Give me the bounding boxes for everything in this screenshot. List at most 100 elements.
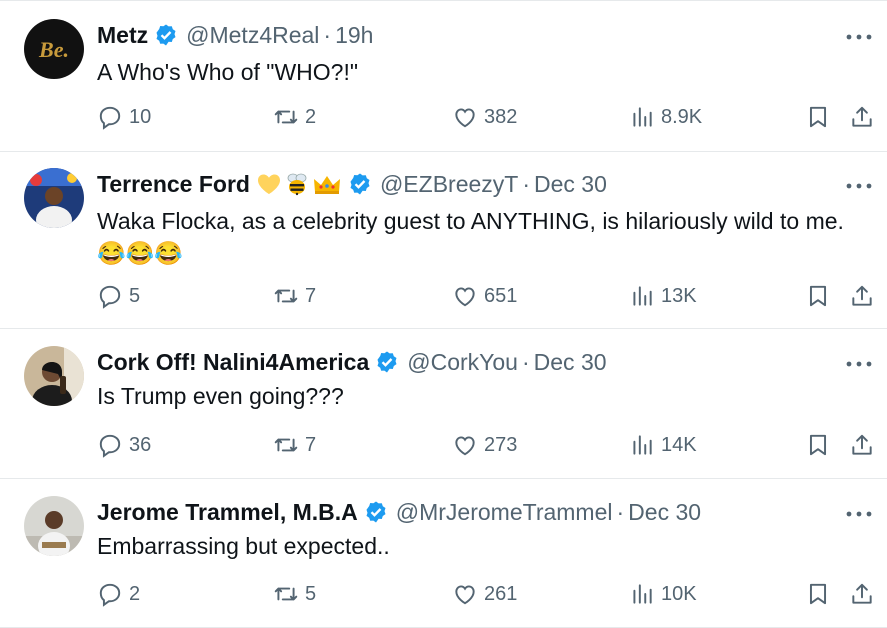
bookmark-button[interactable] (805, 280, 831, 312)
author-name[interactable]: Cork Off! Nalini4America (97, 349, 369, 376)
bookmark-button[interactable] (805, 101, 831, 133)
bookmark-icon (809, 285, 827, 307)
reply-button[interactable]: 10 (97, 101, 151, 133)
share-button[interactable] (849, 578, 875, 610)
avatar[interactable] (24, 346, 84, 406)
retweet-count: 7 (305, 433, 317, 456)
share-button[interactable] (849, 429, 875, 461)
retweet-count: 7 (305, 284, 317, 307)
reply-icon (99, 434, 121, 458)
share-icon (852, 285, 872, 306)
like-icon (455, 585, 475, 605)
retweet-button[interactable]: 2 (273, 101, 316, 133)
views-icon (633, 435, 652, 455)
verified-badge-icon (366, 501, 386, 523)
views-button[interactable]: 8.9K (629, 101, 702, 133)
more-icon[interactable] (845, 176, 873, 196)
like-count: 261 (484, 582, 518, 605)
separator-dot: · (323, 21, 332, 48)
share-icon (852, 583, 872, 604)
tweet-header: Cork Off! Nalini4America @CorkYou · Dec … (97, 348, 607, 376)
action-bar: 10 2 382 8.9K (97, 101, 887, 133)
tweet-text-line: A Who's Who of "WHO?!" (97, 59, 359, 85)
retweet-button[interactable]: 5 (273, 578, 316, 610)
tweet-text: Waka Flocka, as a celebrity guest to ANY… (97, 205, 844, 269)
more-icon[interactable] (845, 354, 873, 374)
separator-dot: · (521, 348, 530, 375)
like-count: 382 (484, 105, 518, 128)
views-count: 14K (661, 433, 697, 456)
author-name[interactable]: Metz (97, 22, 148, 49)
share-icon (852, 434, 872, 455)
retweet-count: 5 (305, 582, 317, 605)
tweet-text: Is Trump even going??? (97, 380, 344, 412)
tweet-text: A Who's Who of "WHO?!" (97, 56, 358, 88)
tweet-feed: Be. Metz @Metz4Real · 19h A Who's Who of… (0, 0, 887, 628)
verified-badge-icon (156, 24, 176, 46)
share-button[interactable] (849, 280, 875, 312)
tweet[interactable]: Terrence Ford @EZBreezyT · Dec 30 Waka F… (0, 150, 887, 329)
bookmark-icon (809, 434, 827, 456)
views-button[interactable]: 14K (629, 429, 697, 461)
views-count: 13K (661, 284, 697, 307)
bookmark-icon (809, 106, 827, 128)
views-button[interactable]: 10K (629, 578, 697, 610)
avatar[interactable] (24, 496, 84, 556)
like-icon (455, 436, 475, 456)
avatar-logo-text: Be. (38, 37, 69, 62)
tweet-text: Embarrassing but expected.. (97, 530, 390, 562)
reply-button[interactable]: 5 (97, 280, 140, 312)
like-icon (455, 108, 475, 128)
author-name[interactable]: Jerome Trammel, M.B.A (97, 499, 358, 526)
author-handle[interactable]: @MrJeromeTrammel (396, 499, 613, 526)
like-count: 273 (484, 433, 518, 456)
more-icon[interactable] (845, 504, 873, 524)
author-name[interactable]: Terrence Ford (97, 171, 250, 198)
like-button[interactable]: 651 (452, 280, 517, 312)
views-icon (633, 584, 652, 604)
tweet-text-line: Waka Flocka, as a celebrity guest to ANY… (97, 208, 844, 234)
views-count: 10K (661, 582, 697, 605)
like-button[interactable]: 261 (452, 578, 517, 610)
bookmark-button[interactable] (805, 429, 831, 461)
share-button[interactable] (849, 101, 875, 133)
timestamp[interactable]: Dec 30 (534, 171, 607, 198)
tweet-text-line: Is Trump even going??? (97, 383, 344, 409)
like-button[interactable]: 382 (452, 101, 517, 133)
tweet-text-line: Embarrassing but expected.. (97, 533, 390, 559)
tweet[interactable]: Cork Off! Nalini4America @CorkYou · Dec … (0, 328, 887, 479)
verified-badge-icon (350, 173, 370, 195)
retweet-icon (274, 110, 298, 124)
tweet[interactable]: Be. Metz @Metz4Real · 19h A Who's Who of… (0, 0, 887, 152)
views-count: 8.9K (661, 105, 703, 128)
more-icon[interactable] (845, 27, 873, 47)
views-button[interactable]: 13K (629, 280, 697, 312)
like-button[interactable]: 273 (452, 429, 517, 461)
bookmark-button[interactable] (805, 578, 831, 610)
retweet-button[interactable]: 7 (273, 280, 316, 312)
retweet-button[interactable]: 7 (273, 429, 316, 461)
tweet-emoji-line: 😂😂😂 (97, 240, 183, 266)
author-handle[interactable]: @EZBreezyT (380, 171, 518, 198)
reply-icon (99, 106, 121, 130)
bookmark-icon (809, 583, 827, 605)
timestamp[interactable]: Dec 30 (628, 499, 701, 526)
views-icon (633, 286, 652, 306)
reply-count: 5 (129, 284, 141, 307)
author-handle[interactable]: @CorkYou (407, 349, 518, 376)
tweet-header: Jerome Trammel, M.B.A @MrJeromeTrammel ·… (97, 498, 701, 526)
avatar[interactable] (24, 168, 84, 228)
reply-icon (99, 285, 121, 309)
reply-button[interactable]: 36 (97, 429, 151, 461)
timestamp[interactable]: 19h (335, 22, 373, 49)
author-handle[interactable]: @Metz4Real (186, 22, 319, 49)
bee-icon (287, 173, 307, 196)
like-icon (455, 287, 475, 307)
reply-icon (99, 583, 121, 607)
retweet-icon (274, 438, 298, 452)
tweet[interactable]: Jerome Trammel, M.B.A @MrJeromeTrammel ·… (0, 478, 887, 628)
separator-dot: · (616, 498, 625, 525)
reply-button[interactable]: 2 (97, 578, 140, 610)
timestamp[interactable]: Dec 30 (534, 349, 607, 376)
avatar[interactable]: Be. (24, 19, 84, 79)
